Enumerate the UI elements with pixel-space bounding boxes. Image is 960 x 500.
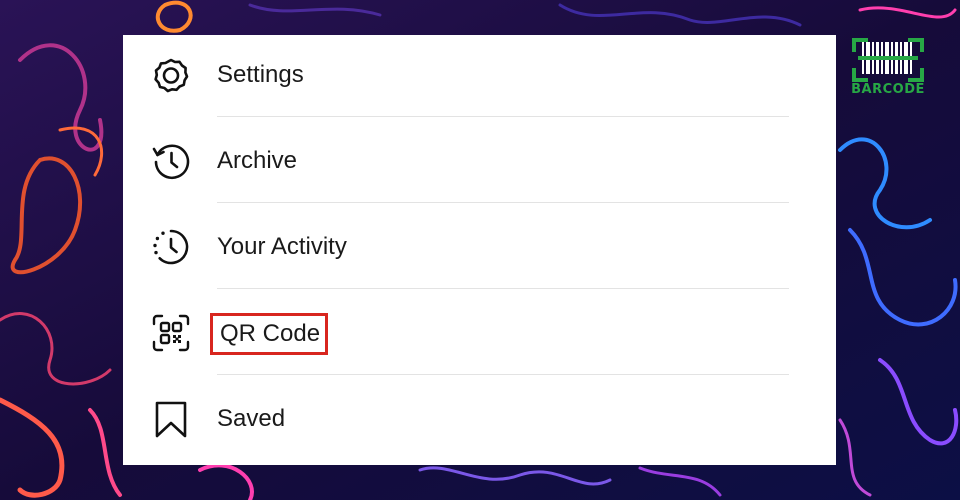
activity-clock-icon	[151, 227, 191, 267]
settings-gear-icon	[151, 55, 191, 95]
divider	[217, 374, 789, 375]
divider	[217, 288, 789, 289]
menu-item-qr-code[interactable]: QR Code	[123, 293, 836, 379]
archive-history-icon	[151, 141, 191, 181]
menu-item-label: Settings	[217, 61, 304, 88]
brand-text: BARCODE	[851, 82, 925, 97]
qr-code-icon	[151, 313, 191, 353]
qr-code-highlighted-label: QR Code	[210, 313, 329, 355]
menu-item-label: Your Activity	[217, 233, 347, 260]
divider	[217, 202, 789, 203]
menu-item-your-activity[interactable]: Your Activity	[123, 207, 836, 293]
menu-item-saved[interactable]: Saved	[123, 379, 836, 465]
bookmark-icon	[151, 399, 191, 439]
brand-logo: BARCODE	[846, 34, 930, 104]
barcode-scan-icon	[852, 38, 924, 82]
menu-item-archive[interactable]: Archive	[123, 121, 836, 207]
divider	[217, 116, 789, 117]
menu-item-settings[interactable]: Settings	[123, 35, 836, 121]
menu-item-label: Saved	[217, 405, 286, 432]
menu-item-label: Archive	[217, 147, 298, 174]
menu-panel: Settings Archive Your Activity QR Code S…	[123, 35, 836, 465]
